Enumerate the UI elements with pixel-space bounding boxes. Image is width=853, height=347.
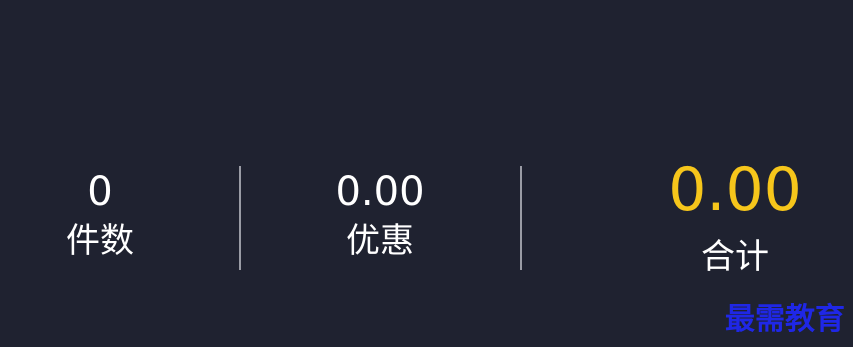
total-value: 0.00	[668, 155, 802, 225]
stat-divider	[239, 166, 241, 270]
total-label: 合计	[701, 237, 769, 277]
stat-divider	[520, 166, 522, 270]
order-summary-bar: 0 件数 0.00 优惠 0.00 合计	[0, 0, 853, 347]
watermark-text: 最需教育	[725, 302, 845, 337]
quantity-label: 件数	[66, 221, 134, 261]
total-stat: 0.00 合计	[655, 160, 815, 274]
discount-label: 优惠	[346, 221, 414, 261]
discount-stat: 0.00 优惠	[310, 172, 450, 258]
quantity-value: 0	[87, 169, 113, 215]
quantity-stat: 0 件数	[40, 172, 160, 258]
discount-value: 0.00	[335, 169, 425, 215]
